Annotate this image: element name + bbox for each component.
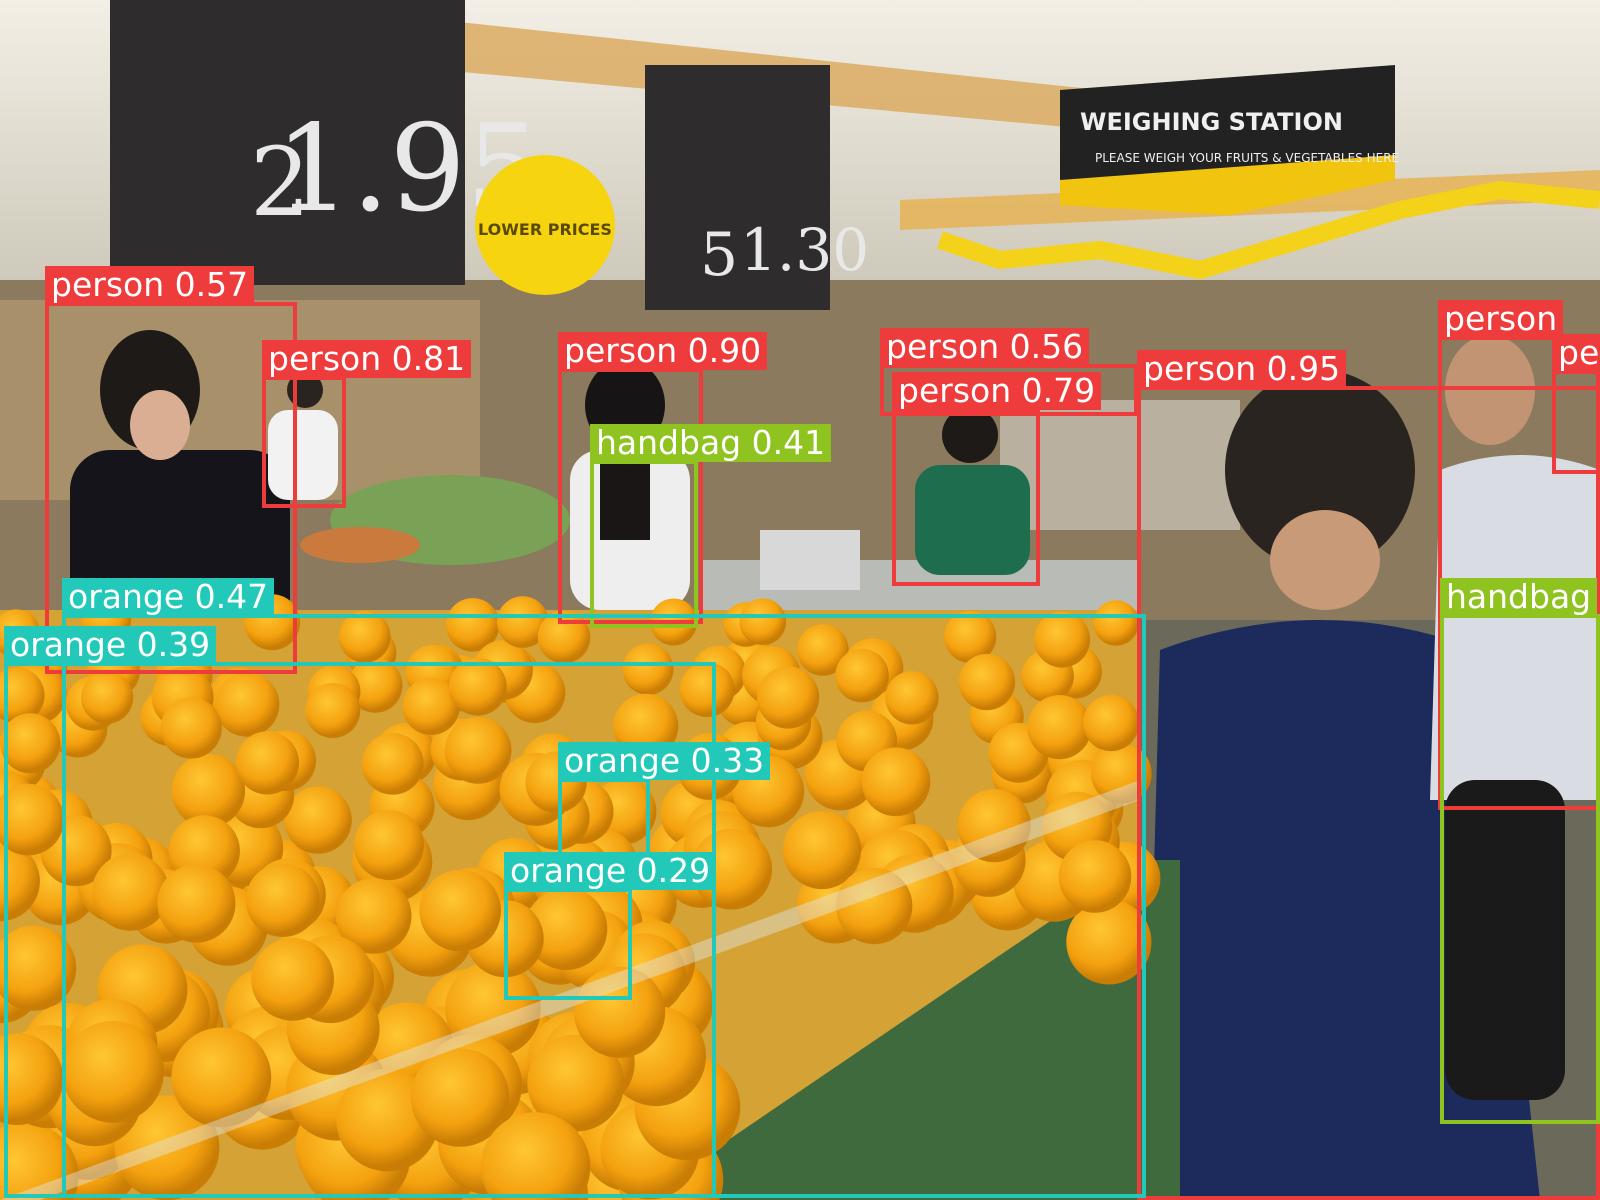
detection-box-person: pe: [1552, 334, 1600, 474]
detection-box-person: person 0.79: [892, 372, 1102, 586]
detection-label: person 0.81: [262, 340, 472, 378]
detection-label: person 0.57: [45, 266, 255, 304]
photo-scene: 1.95 2 LOWER PRICES 1.30 5 WEIGHING STAT…: [0, 0, 1600, 1200]
detection-box-orange: orange 0.29: [504, 852, 717, 1000]
detection-label: person 0.79: [892, 372, 1102, 410]
detection-label: orange 0.29: [504, 852, 717, 890]
detection-label: orange 0.33: [558, 742, 771, 780]
detection-label: handbag 0.41: [590, 424, 832, 462]
detection-box-person: person 0.81: [262, 340, 472, 508]
detection-label: person: [1438, 300, 1564, 338]
detection-overlay: person 0.57 person 0.81 person 0.90 hand…: [0, 0, 1600, 1200]
detection-label: person 0.95: [1137, 350, 1347, 388]
detection-label: handbag: [1440, 578, 1598, 616]
detection-label: pe: [1552, 334, 1600, 372]
detection-label: orange 0.39: [4, 626, 217, 664]
detection-label: person 0.90: [558, 332, 768, 370]
detection-label: person 0.56: [880, 328, 1090, 366]
detection-box-handbag: handbag: [1440, 578, 1600, 1124]
detection-box-handbag: handbag 0.41: [590, 424, 832, 628]
detection-label: orange 0.47: [62, 578, 275, 616]
